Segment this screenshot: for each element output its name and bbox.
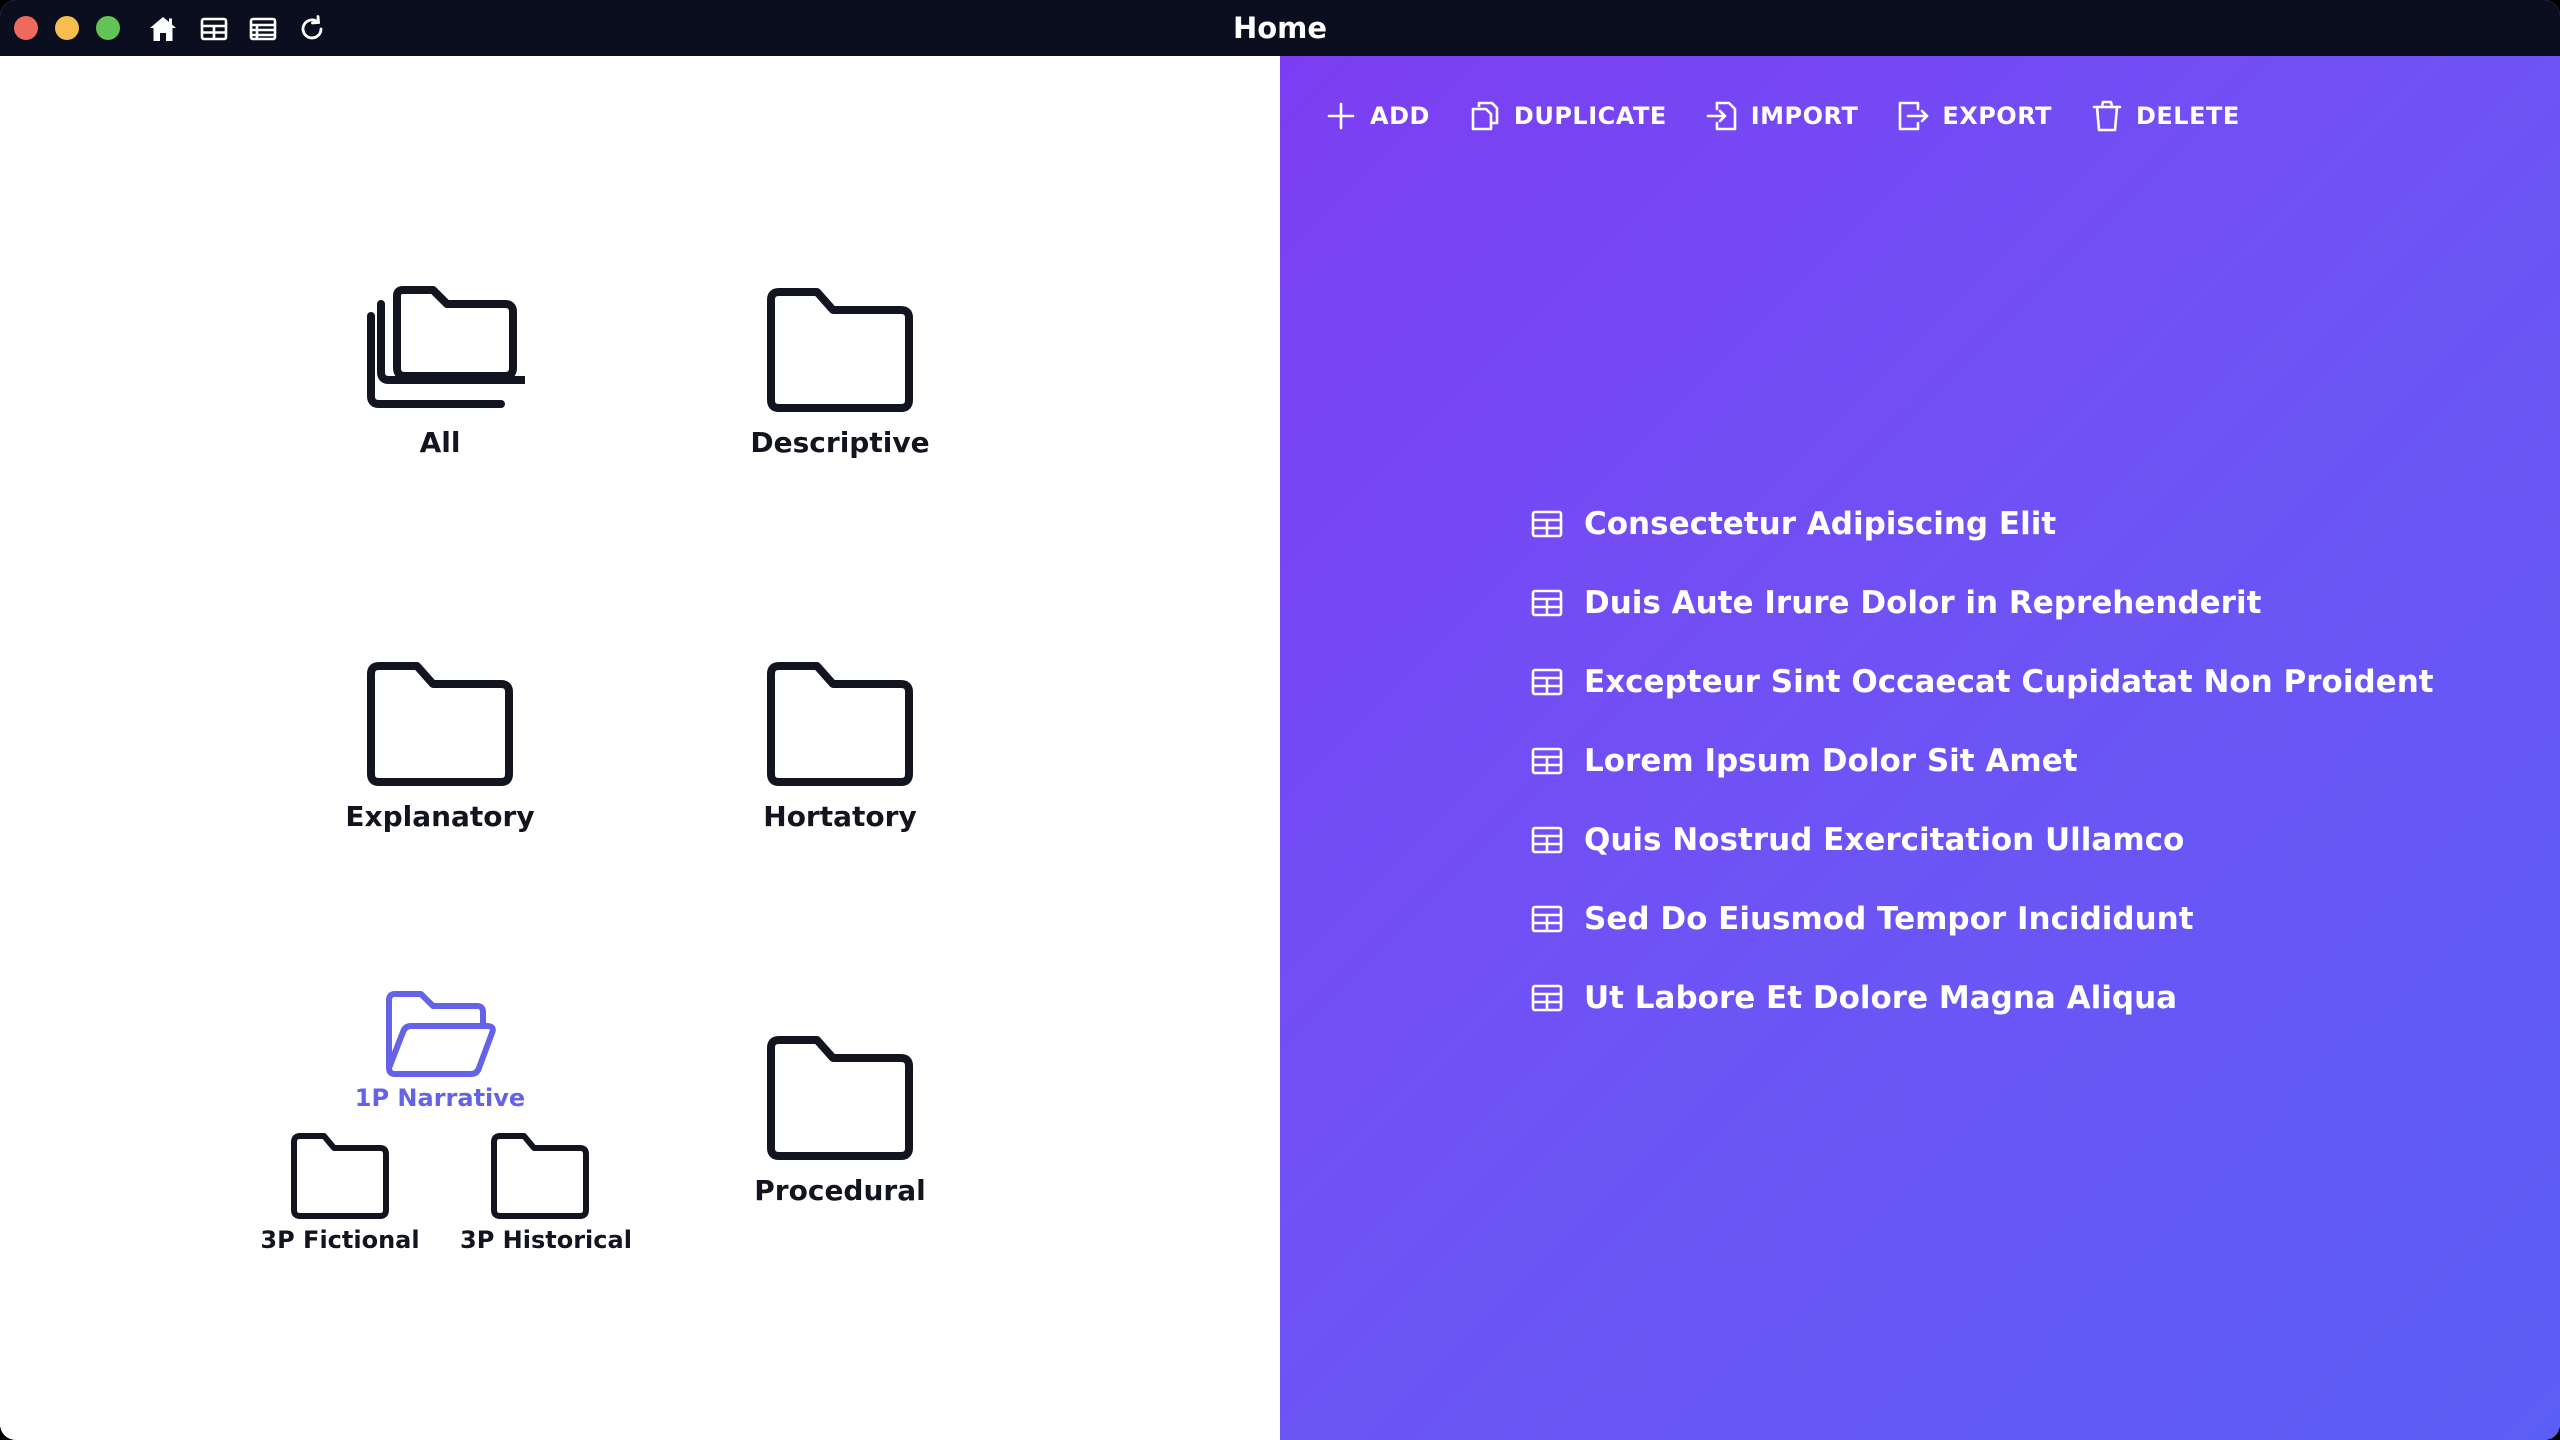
table-icon — [1531, 984, 1563, 1011]
list-item[interactable]: Quis Nostrud Exercitation Ullamco — [1530, 800, 2434, 879]
list-item[interactable]: Lorem Ipsum Dolor Sit Amet — [1530, 721, 2434, 800]
folder-icon — [767, 288, 913, 412]
folder-label: Hortatory — [763, 800, 917, 833]
table-icon — [1531, 905, 1563, 932]
home-icon[interactable] — [148, 14, 178, 44]
folder-hortatory[interactable]: Hortatory — [740, 660, 940, 833]
folder-label: 3P Historical — [460, 1226, 632, 1254]
export-icon — [1899, 101, 1929, 131]
window-title: Home — [1232, 11, 1328, 45]
folder-pane: All Descriptive Explanatory Hortatory 1P… — [0, 56, 1280, 1440]
minimize-window-button[interactable] — [55, 16, 79, 40]
import-label: IMPORT — [1750, 102, 1859, 130]
app-window: Home All Descriptive Explanatory Hortato… — [0, 0, 2560, 1440]
folder-label: Explanatory — [345, 800, 535, 833]
detail-pane: ADD DUPLICATE IMPORT EXPORT DELETE Conse… — [1280, 56, 2560, 1440]
list-item[interactable]: Duis Aute Irure Dolor in Reprehenderit — [1530, 563, 2434, 642]
list-item-label: Lorem Ipsum Dolor Sit Amet — [1584, 742, 2078, 779]
delete-button[interactable]: DELETE — [2090, 99, 2240, 133]
subfolder-historical[interactable]: 3P Historical — [460, 1132, 632, 1254]
folder-label: 3P Fictional — [260, 1226, 420, 1254]
table-icon — [1531, 510, 1563, 537]
folder-procedural[interactable]: Procedural — [740, 1034, 940, 1207]
title-bar: Home — [0, 0, 2560, 56]
list-item-label: Excepteur Sint Occaecat Cupidatat Non Pr… — [1584, 663, 2434, 700]
folder-label: 1P Narrative — [354, 1084, 526, 1112]
list-item-label: Sed Do Eiusmod Tempor Incididunt — [1584, 900, 2194, 937]
trash-icon — [2092, 100, 2122, 132]
duplicate-icon — [1471, 101, 1499, 131]
folder-all[interactable]: All — [340, 286, 540, 459]
table-icon[interactable] — [199, 14, 229, 44]
folder-descriptive[interactable]: Descriptive — [740, 286, 940, 459]
folders-stack-icon — [367, 286, 525, 408]
list-item[interactable]: Ut Labore Et Dolore Magna Aliqua — [1530, 958, 2434, 1037]
maximize-window-button[interactable] — [96, 16, 120, 40]
item-list: Consectetur Adipiscing Elit Duis Aute Ir… — [1530, 484, 2434, 1037]
list-icon[interactable] — [248, 14, 278, 44]
folder-icon — [767, 662, 913, 786]
table-icon — [1531, 668, 1563, 695]
plus-icon — [1327, 102, 1355, 130]
list-item-label: Ut Labore Et Dolore Magna Aliqua — [1584, 979, 2178, 1016]
list-item-label: Duis Aute Irure Dolor in Reprehenderit — [1584, 584, 2262, 621]
import-icon — [1706, 101, 1737, 131]
folder-label: Procedural — [754, 1174, 926, 1207]
folder-icon — [291, 1133, 389, 1219]
folder-label: All — [419, 426, 461, 459]
add-label: ADD — [1370, 102, 1430, 130]
folder-icon — [767, 1036, 913, 1160]
close-window-button[interactable] — [14, 16, 38, 40]
list-item[interactable]: Excepteur Sint Occaecat Cupidatat Non Pr… — [1530, 642, 2434, 721]
export-label: EXPORT — [1942, 102, 2052, 130]
folder-explanatory[interactable]: Explanatory — [340, 660, 540, 833]
folder-icon — [491, 1133, 589, 1219]
refresh-icon[interactable] — [297, 14, 327, 44]
toolbar: ADD DUPLICATE IMPORT EXPORT DELETE — [1324, 96, 2278, 136]
table-icon — [1531, 589, 1563, 616]
folder-narrative[interactable]: 1P Narrative — [340, 988, 540, 1112]
table-icon — [1531, 747, 1563, 774]
list-item[interactable]: Consectetur Adipiscing Elit — [1530, 484, 2434, 563]
add-button[interactable]: ADD — [1324, 99, 1430, 133]
duplicate-button[interactable]: DUPLICATE — [1468, 99, 1667, 133]
folder-open-icon — [386, 991, 496, 1077]
delete-label: DELETE — [2135, 102, 2240, 130]
subfolder-fictional[interactable]: 3P Fictional — [260, 1132, 420, 1254]
list-item-label: Quis Nostrud Exercitation Ullamco — [1584, 821, 2185, 858]
import-button[interactable]: IMPORT — [1705, 99, 1859, 133]
folder-label: Descriptive — [750, 426, 930, 459]
table-icon — [1531, 826, 1563, 853]
folder-icon — [367, 662, 513, 786]
list-item[interactable]: Sed Do Eiusmod Tempor Incididunt — [1530, 879, 2434, 958]
export-button[interactable]: EXPORT — [1896, 99, 2052, 133]
duplicate-label: DUPLICATE — [1513, 102, 1667, 130]
list-item-label: Consectetur Adipiscing Elit — [1584, 505, 2057, 542]
